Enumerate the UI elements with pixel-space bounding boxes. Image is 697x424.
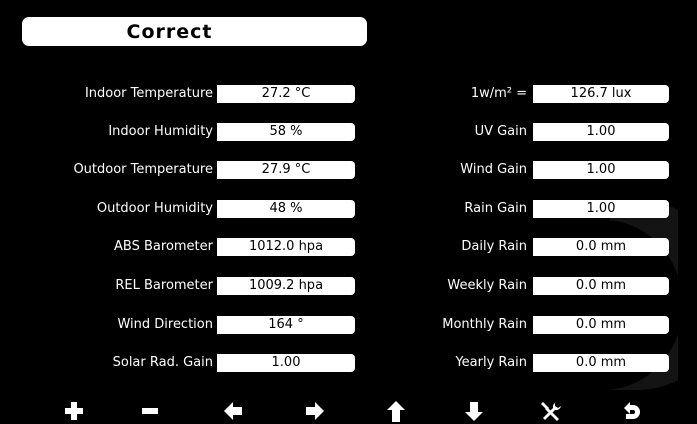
lux-conversion-row: 1w/m² = 126.7 lux — [0, 84, 697, 103]
weekly-rain-field[interactable]: 0.0 mm — [533, 276, 669, 295]
arrow-down-icon — [465, 402, 483, 421]
up-button[interactable] — [384, 400, 408, 424]
field-label: Weekly Rain — [447, 278, 527, 293]
field-label: 1w/m² = — [470, 86, 527, 101]
arrow-left-icon — [224, 402, 242, 420]
minus-button[interactable] — [138, 400, 162, 424]
tools-button[interactable] — [539, 400, 563, 424]
daily-rain-row: Daily Rain 0.0 mm — [0, 237, 697, 256]
daily-rain-field[interactable]: 0.0 mm — [533, 237, 669, 256]
field-label: Yearly Rain — [455, 355, 527, 370]
field-label: Rain Gain — [464, 201, 527, 216]
tools-icon — [541, 402, 561, 421]
arrow-right-icon — [306, 402, 324, 420]
wind-gain-field[interactable]: 1.00 — [533, 160, 669, 179]
uv-gain-row: UV Gain 1.00 — [0, 122, 697, 141]
monthly-rain-field[interactable]: 0.0 mm — [533, 315, 669, 334]
monthly-rain-row: Monthly Rain 0.0 mm — [0, 315, 697, 334]
bottom-toolbar — [0, 398, 697, 424]
yearly-rain-field[interactable]: 0.0 mm — [533, 353, 669, 372]
minus-icon — [142, 408, 158, 414]
rain-gain-row: Rain Gain 1.00 — [0, 199, 697, 218]
return-icon — [624, 402, 640, 419]
rain-gain-field[interactable]: 1.00 — [533, 199, 669, 218]
right-button[interactable] — [303, 400, 327, 424]
lux-conversion-field[interactable]: 126.7 lux — [533, 84, 669, 103]
left-button[interactable] — [221, 400, 245, 424]
field-label: Wind Gain — [460, 162, 527, 177]
plus-icon — [65, 402, 83, 420]
arrow-up-icon — [387, 401, 405, 422]
wind-gain-row: Wind Gain 1.00 — [0, 160, 697, 179]
field-label: Daily Rain — [461, 239, 527, 254]
down-button[interactable] — [462, 400, 486, 424]
uv-gain-field[interactable]: 1.00 — [533, 122, 669, 141]
return-button[interactable] — [619, 400, 643, 424]
plus-button[interactable] — [62, 400, 86, 424]
field-label: Monthly Rain — [442, 317, 527, 332]
yearly-rain-row: Yearly Rain 0.0 mm — [0, 353, 697, 372]
field-label: UV Gain — [474, 124, 527, 139]
page-title: Correct — [22, 17, 367, 46]
weekly-rain-row: Weekly Rain 0.0 mm — [0, 276, 697, 295]
